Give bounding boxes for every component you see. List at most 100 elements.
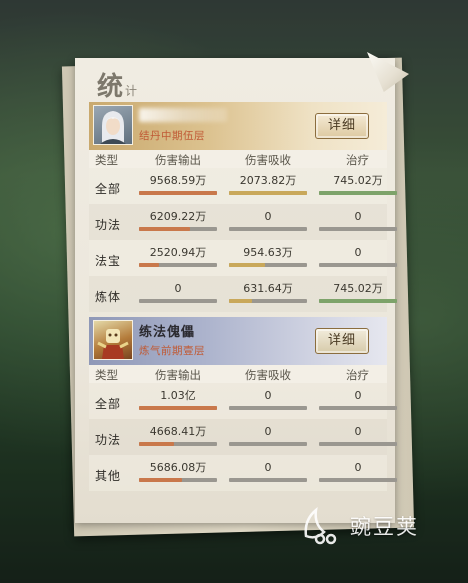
abs-cell: 631.64万 xyxy=(229,282,307,303)
abs-cell: 0 xyxy=(229,389,307,410)
watermark-text: 豌豆荚 xyxy=(350,515,419,539)
dmg-value: 4668.41万 xyxy=(149,425,207,438)
abs-cell: 0 xyxy=(229,210,307,231)
player-stat-rows: 全部 9568.59万 2073.82万 745.02万 功法 6209.22万 0 0 法宝 2… xyxy=(89,168,397,312)
heal-cell: 0 xyxy=(319,461,397,482)
puppet-detail-button[interactable]: 详细 xyxy=(315,328,369,354)
dmg-cell: 6209.22万 xyxy=(139,210,217,231)
title-main: 统 xyxy=(97,72,125,102)
dmg-value: 9568.59万 xyxy=(149,174,207,187)
dmg-bar xyxy=(139,406,217,410)
puppet-stat-rows: 全部 1.03亿 0 0 功法 4668.41万 0 0 其他 5686.08万 0 0 xyxy=(89,383,397,491)
heal-cell: 0 xyxy=(319,210,397,231)
abs-bar-fill xyxy=(229,263,265,267)
row-type-label: 全部 xyxy=(95,182,122,196)
abs-bar xyxy=(229,299,307,303)
dmg-bar-fill xyxy=(139,478,182,482)
dmg-cell: 2520.94万 xyxy=(139,246,217,267)
row-type-label: 功法 xyxy=(95,218,122,232)
pea-pod-logo-icon xyxy=(304,506,337,545)
abs-bar xyxy=(229,191,307,195)
abs-bar-fill xyxy=(229,191,307,195)
stat-row: 其他 5686.08万 0 0 xyxy=(89,455,397,491)
abs-value: 631.64万 xyxy=(243,282,293,295)
dmg-value: 0 xyxy=(174,282,182,295)
col-type: 类型 xyxy=(95,153,118,167)
abs-cell: 954.63万 xyxy=(229,246,307,267)
panel-title: 统 计 xyxy=(97,66,137,103)
title-sub: 计 xyxy=(125,84,138,98)
col-damage: 伤害输出 xyxy=(155,153,201,167)
heal-cell: 0 xyxy=(319,389,397,410)
dmg-bar xyxy=(139,227,217,231)
player-avatar xyxy=(93,105,133,145)
stat-row: 法宝 2520.94万 954.63万 0 xyxy=(89,240,397,276)
dmg-value: 2520.94万 xyxy=(149,246,207,259)
stat-row: 炼体 0 631.64万 745.02万 xyxy=(89,276,397,312)
abs-value: 954.63万 xyxy=(243,246,293,259)
heal-bar xyxy=(319,299,397,303)
heal-bar-fill xyxy=(319,191,397,195)
heal-bar xyxy=(319,442,397,446)
heal-value: 0 xyxy=(354,210,362,223)
abs-value: 0 xyxy=(264,461,272,474)
abs-value: 0 xyxy=(264,425,272,438)
puppet-section: 练法傀儡 炼气前期壹层 详细 类型 伤害输出 伤害吸收 治疗 全部 1.03亿 0 0… xyxy=(89,317,397,491)
abs-cell: 0 xyxy=(229,461,307,482)
row-type-label: 其他 xyxy=(95,469,122,483)
dmg-value: 5686.08万 xyxy=(149,461,207,474)
puppet-avatar xyxy=(93,320,133,360)
heal-bar-fill xyxy=(319,299,397,303)
dmg-cell: 0 xyxy=(139,282,217,303)
heal-cell: 745.02万 xyxy=(319,174,397,195)
dmg-bar xyxy=(139,442,217,446)
abs-bar xyxy=(229,227,307,231)
heal-bar xyxy=(319,227,397,231)
stat-row: 功法 4668.41万 0 0 xyxy=(89,419,397,455)
col-absorb: 伤害吸收 xyxy=(245,153,291,167)
heal-value: 745.02万 xyxy=(333,282,383,295)
puppet-header: 练法傀儡 炼气前期壹层 详细 xyxy=(89,317,387,365)
dmg-bar xyxy=(139,299,217,303)
puppet-portrait-icon xyxy=(97,329,129,359)
puppet-realm: 炼气前期壹层 xyxy=(139,345,205,357)
heal-value: 0 xyxy=(354,246,362,259)
stat-row: 功法 6209.22万 0 0 xyxy=(89,204,397,240)
row-type-label: 炼体 xyxy=(95,290,122,304)
abs-bar xyxy=(229,478,307,482)
abs-cell: 2073.82万 xyxy=(229,174,307,195)
heal-value: 0 xyxy=(354,425,362,438)
dmg-bar-fill xyxy=(139,442,175,446)
abs-value: 0 xyxy=(264,389,272,402)
dmg-cell: 4668.41万 xyxy=(139,425,217,446)
heal-bar xyxy=(319,191,397,195)
dmg-bar-fill xyxy=(139,406,217,410)
abs-bar xyxy=(229,442,307,446)
abs-value: 2073.82万 xyxy=(239,174,297,187)
heal-bar xyxy=(319,263,397,267)
dmg-bar xyxy=(139,263,217,267)
row-type-label: 法宝 xyxy=(95,254,122,268)
dmg-bar-fill xyxy=(139,191,217,195)
dmg-bar xyxy=(139,191,217,195)
dmg-cell: 5686.08万 xyxy=(139,461,217,482)
abs-bar xyxy=(229,263,307,267)
dmg-cell: 1.03亿 xyxy=(139,389,217,410)
row-type-label: 功法 xyxy=(95,433,122,447)
col-heal: 治疗 xyxy=(346,368,369,382)
dmg-cell: 9568.59万 xyxy=(139,174,217,195)
player-realm: 结丹中期伍层 xyxy=(139,130,205,142)
player-detail-button[interactable]: 详细 xyxy=(315,113,369,139)
abs-value: 0 xyxy=(264,210,272,223)
abs-bar xyxy=(229,406,307,410)
puppet-name: 练法傀儡 xyxy=(139,325,196,340)
abs-bar-fill xyxy=(229,299,253,303)
puppet-column-headers: 类型 伤害输出 伤害吸收 治疗 xyxy=(89,365,387,383)
heal-value: 0 xyxy=(354,389,362,402)
stat-row: 全部 1.03亿 0 0 xyxy=(89,383,397,419)
col-type: 类型 xyxy=(95,368,118,382)
heal-bar xyxy=(319,478,397,482)
dmg-bar-fill xyxy=(139,227,190,231)
statistics-panel: 统 计 结丹中期伍层 详细 类型 伤害输出 伤害吸收 治疗 全部 9568.59万… xyxy=(75,52,409,523)
heal-value: 0 xyxy=(354,461,362,474)
